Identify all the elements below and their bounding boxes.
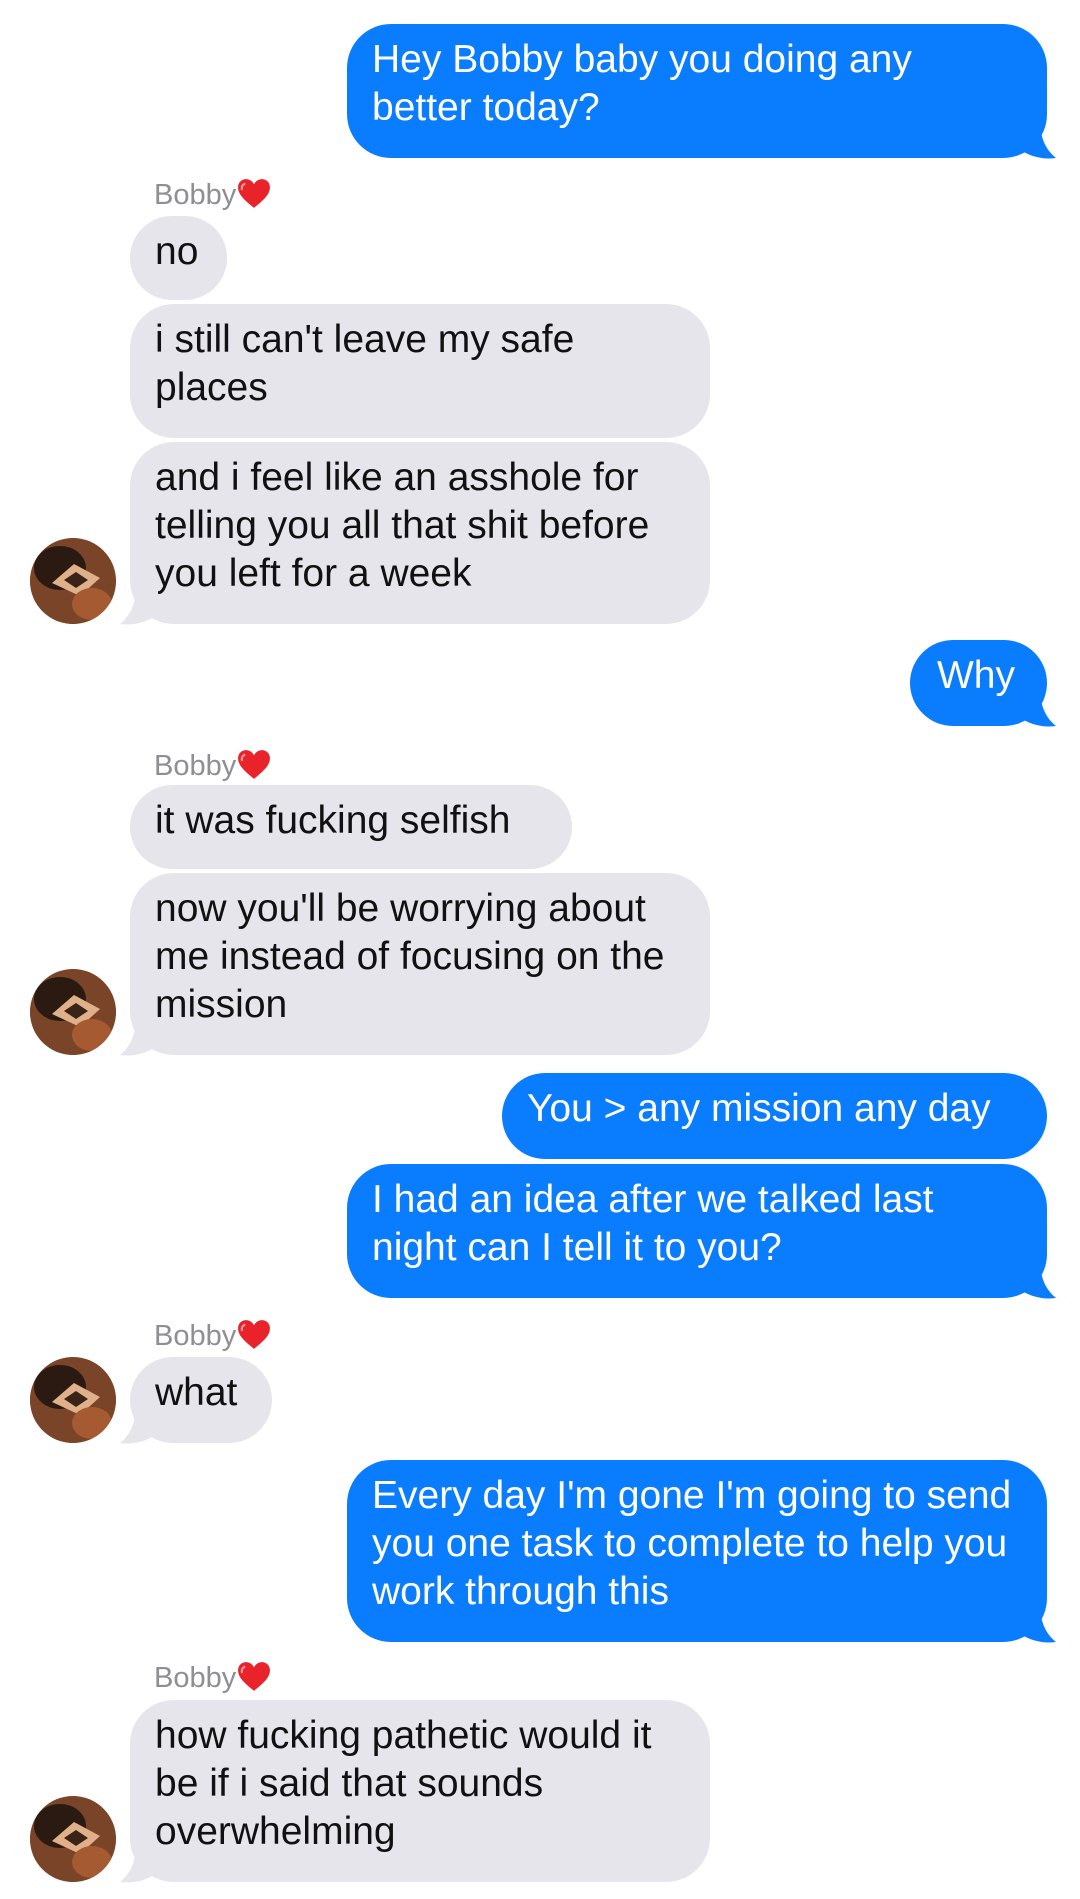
sender-name: Bobby: [154, 1320, 237, 1352]
message-text: You > any mission any day: [527, 1087, 991, 1130]
message-text: Why: [937, 654, 1015, 697]
heart-icon: [238, 1320, 271, 1349]
message-bubble-sent[interactable]: Every day I'm gone I'm going to send you…: [347, 1460, 1047, 1642]
message-bubble-sent[interactable]: You > any mission any day: [502, 1073, 1047, 1159]
message-text: I had an idea after we talked last night…: [372, 1178, 934, 1269]
message-text: what: [155, 1371, 238, 1414]
message-text: no: [155, 230, 199, 273]
bubble-tail: [120, 1405, 158, 1444]
contact-avatar[interactable]: [30, 1796, 116, 1882]
message-bubble-received[interactable]: no: [130, 216, 227, 300]
message-text: it was fucking selfish: [155, 799, 511, 842]
bubble-tail: [120, 1844, 158, 1883]
message-bubble-sent[interactable]: Hey Bobby baby you doing any better toda…: [347, 24, 1047, 158]
sender-name-label: Bobby: [154, 1660, 271, 1695]
avatar-photo: [30, 969, 116, 1055]
heart-icon: [238, 179, 271, 208]
message-text: now you'll be worrying about me instead …: [155, 887, 665, 1026]
avatar-photo: [30, 538, 116, 624]
avatar-photo: [30, 1796, 116, 1882]
sender-name: Bobby: [154, 1662, 237, 1694]
message-text: i still can't leave my safe places: [155, 318, 575, 409]
bubble-tail: [1018, 120, 1056, 159]
message-bubble-received[interactable]: now you'll be worrying about me instead …: [130, 873, 710, 1055]
contact-avatar[interactable]: [30, 538, 116, 624]
message-text: Hey Bobby baby you doing any better toda…: [372, 38, 912, 129]
message-text: and i feel like an asshole for telling y…: [155, 456, 650, 595]
heart-icon: [238, 750, 271, 779]
avatar-photo: [30, 1357, 116, 1443]
bubble-tail: [1018, 1604, 1056, 1643]
bubble-tail: [1018, 1260, 1056, 1299]
sender-name-label: Bobby: [154, 748, 271, 783]
message-bubble-received[interactable]: and i feel like an asshole for telling y…: [130, 442, 710, 624]
heart-icon: [238, 1662, 271, 1691]
message-bubble-received[interactable]: how fucking pathetic would it be if i sa…: [130, 1700, 710, 1882]
sender-name: Bobby: [154, 179, 237, 211]
bubble-tail: [120, 586, 158, 625]
message-text: how fucking pathetic would it be if i sa…: [155, 1714, 652, 1853]
message-bubble-sent[interactable]: I had an idea after we talked last night…: [347, 1164, 1047, 1298]
sender-name: Bobby: [154, 750, 237, 782]
sender-name-label: Bobby: [154, 177, 271, 212]
sender-name-label: Bobby: [154, 1318, 271, 1353]
bubble-tail: [1018, 688, 1056, 727]
bubble-tail: [120, 1017, 158, 1056]
contact-avatar[interactable]: [30, 969, 116, 1055]
message-bubble-received[interactable]: i still can't leave my safe places: [130, 304, 710, 438]
message-bubble-received[interactable]: it was fucking selfish: [130, 785, 572, 869]
message-text: Every day I'm gone I'm going to send you…: [372, 1474, 1012, 1613]
contact-avatar[interactable]: [30, 1357, 116, 1443]
